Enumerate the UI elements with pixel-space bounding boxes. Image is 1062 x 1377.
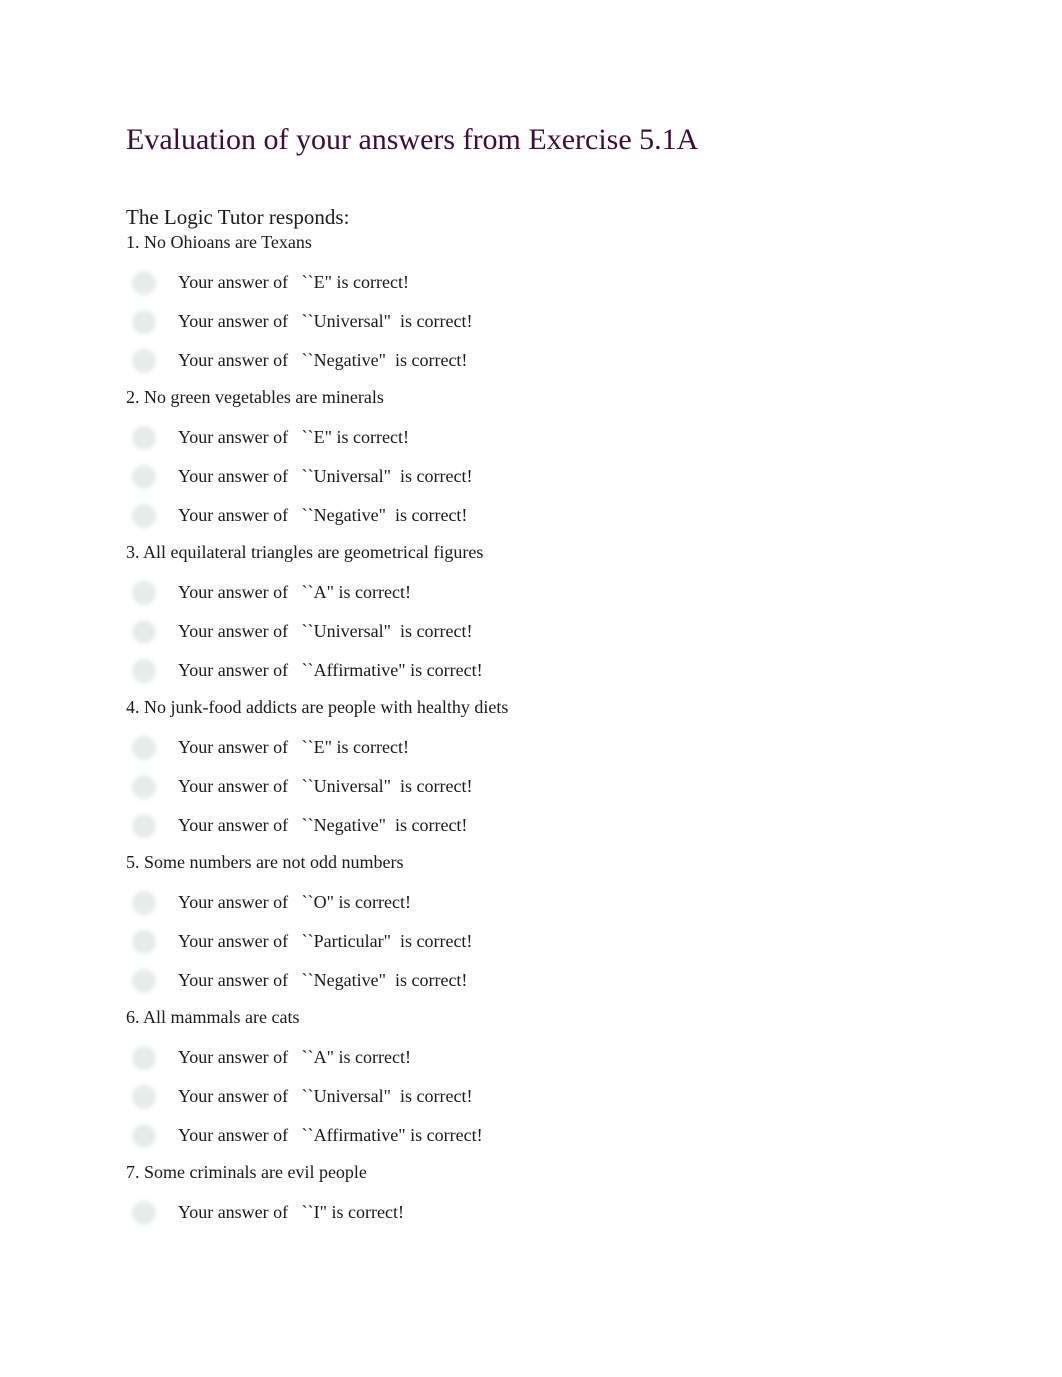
question-list: 1. No Ohioans are Texans Your answer of `… <box>126 231 986 1232</box>
answer-feedback-row: Your answer of ``Universal" is correct! <box>126 767 986 806</box>
answer-feedback-text: Your answer of ``Negative" is correct! <box>178 350 468 370</box>
answer-feedback-text: Your answer of ``Negative" is correct! <box>178 505 468 525</box>
answer-feedback-text: Your answer of ``Negative" is correct! <box>178 815 468 835</box>
check-icon <box>132 775 156 799</box>
answer-feedback-text: Your answer of ``Universal" is correct! <box>178 776 473 796</box>
answer-feedback-row: Your answer of ``Negative" is correct! <box>126 341 986 380</box>
question-label: 3. All equilateral triangles are geometr… <box>126 542 484 562</box>
answer-feedback-row: Your answer of ``Negative" is correct! <box>126 806 986 845</box>
answer-list: Your answer of ``O" is correct! Your answ… <box>126 883 986 1000</box>
check-icon <box>132 1046 156 1070</box>
answer-feedback-row: Your answer of ``Particular" is correct! <box>126 922 986 961</box>
answer-feedback-row: Your answer of ``Universal" is correct! <box>126 302 986 341</box>
check-icon <box>132 504 156 528</box>
answer-feedback-text: Your answer of ``Negative" is correct! <box>178 970 468 990</box>
check-icon <box>132 1201 156 1225</box>
answer-feedback-row: Your answer of ``Negative" is correct! <box>126 496 986 535</box>
answer-feedback-row: Your answer of ``E" is correct! <box>126 418 986 457</box>
answer-feedback-text: Your answer of ``A" is correct! <box>178 1047 411 1067</box>
answer-feedback-row: Your answer of ``Universal" is correct! <box>126 612 986 651</box>
answer-list: Your answer of ``I" is correct! <box>126 1193 986 1232</box>
check-icon <box>132 814 156 838</box>
tutor-response-heading: The Logic Tutor responds: <box>126 205 350 229</box>
answer-feedback-row: Your answer of ``Negative" is correct! <box>126 961 986 1000</box>
answer-feedback-row: Your answer of ``Affirmative" is correct… <box>126 651 986 690</box>
question-label: 2. No green vegetables are minerals <box>126 387 384 407</box>
answer-feedback-text: Your answer of ``Universal" is correct! <box>178 1086 473 1106</box>
answer-feedback-row: Your answer of ``Universal" is correct! <box>126 1077 986 1116</box>
question-label: 7. Some criminals are evil people <box>126 1162 367 1182</box>
answer-feedback-row: Your answer of ``Affirmative" is correct… <box>126 1116 986 1155</box>
page-title: Evaluation of your answers from Exercise… <box>126 123 699 156</box>
answer-feedback-text: Your answer of ``E" is correct! <box>178 272 409 292</box>
answer-feedback-text: Your answer of ``Universal" is correct! <box>178 311 473 331</box>
answer-feedback-row: Your answer of ``E" is correct! <box>126 263 986 302</box>
answer-feedback-text: Your answer of ``Affirmative" is correct… <box>178 660 483 680</box>
answer-list: Your answer of ``A" is correct! Your answ… <box>126 1038 986 1155</box>
answer-feedback-row: Your answer of ``E" is correct! <box>126 728 986 767</box>
check-icon <box>132 581 156 605</box>
check-icon <box>132 659 156 683</box>
check-icon <box>132 736 156 760</box>
answer-feedback-row: Your answer of ``O" is correct! <box>126 883 986 922</box>
answer-feedback-row: Your answer of ``A" is correct! <box>126 573 986 612</box>
question-label: 5. Some numbers are not odd numbers <box>126 852 404 872</box>
question-label: 4. No junk-food addicts are people with … <box>126 697 509 717</box>
answer-list: Your answer of ``E" is correct! Your answ… <box>126 418 986 535</box>
evaluation-page: Evaluation of your answers from Exercise… <box>126 120 986 1238</box>
check-icon <box>132 426 156 450</box>
check-icon <box>132 891 156 915</box>
answer-feedback-text: Your answer of ``A" is correct! <box>178 582 411 602</box>
answer-list: Your answer of ``A" is correct! Your answ… <box>126 573 986 690</box>
check-icon <box>132 310 156 334</box>
answer-feedback-text: Your answer of ``Affirmative" is correct… <box>178 1125 483 1145</box>
answer-feedback-text: Your answer of ``E" is correct! <box>178 427 409 447</box>
answer-feedback-row: Your answer of ``A" is correct! <box>126 1038 986 1077</box>
check-icon <box>132 620 156 644</box>
check-icon <box>132 1124 156 1148</box>
answer-feedback-row: Your answer of ``I" is correct! <box>126 1193 986 1232</box>
check-icon <box>132 271 156 295</box>
check-icon <box>132 930 156 954</box>
question-label: 1. No Ohioans are Texans <box>126 232 312 252</box>
answer-feedback-text: Your answer of ``I" is correct! <box>178 1202 404 1222</box>
answer-feedback-text: Your answer of ``Universal" is correct! <box>178 466 473 486</box>
question-label: 6. All mammals are cats <box>126 1007 300 1027</box>
answer-feedback-row: Your answer of ``Universal" is correct! <box>126 457 986 496</box>
answer-list: Your answer of ``E" is correct! Your answ… <box>126 728 986 845</box>
answer-feedback-text: Your answer of ``O" is correct! <box>178 892 411 912</box>
answer-feedback-text: Your answer of ``Particular" is correct! <box>178 931 473 951</box>
check-icon <box>132 465 156 489</box>
check-icon <box>132 969 156 993</box>
check-icon <box>132 349 156 373</box>
answer-feedback-text: Your answer of ``E" is correct! <box>178 737 409 757</box>
answer-list: Your answer of ``E" is correct! Your answ… <box>126 263 986 380</box>
check-icon <box>132 1085 156 1109</box>
answer-feedback-text: Your answer of ``Universal" is correct! <box>178 621 473 641</box>
